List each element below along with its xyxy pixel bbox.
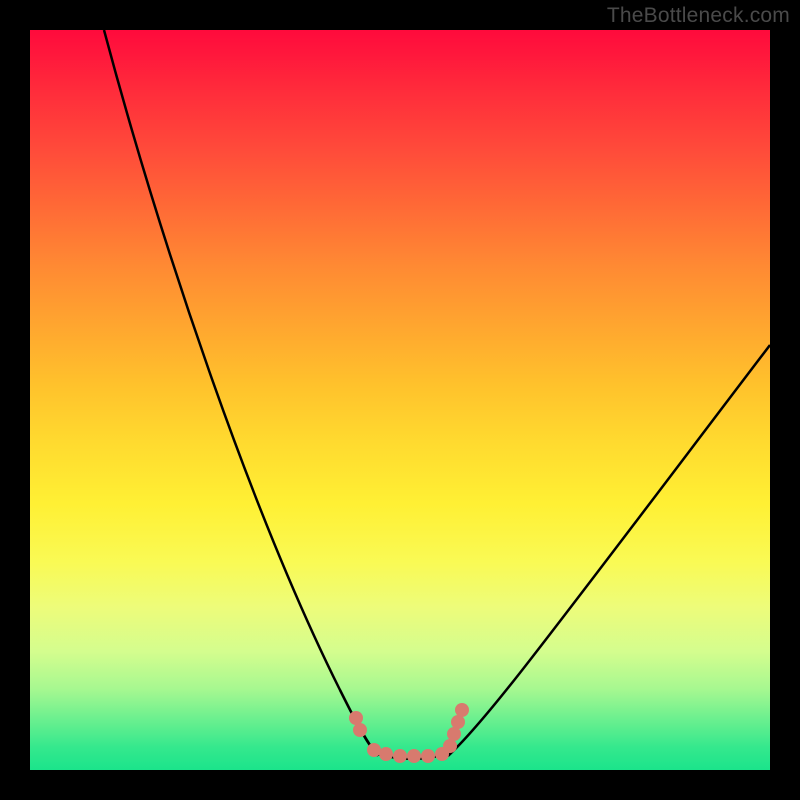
chart-frame: TheBottleneck.com (0, 0, 800, 800)
watermark-label: TheBottleneck.com (607, 4, 790, 28)
bottleneck-curve (104, 30, 770, 756)
plot-area (30, 30, 770, 770)
plot-svg (30, 30, 770, 770)
